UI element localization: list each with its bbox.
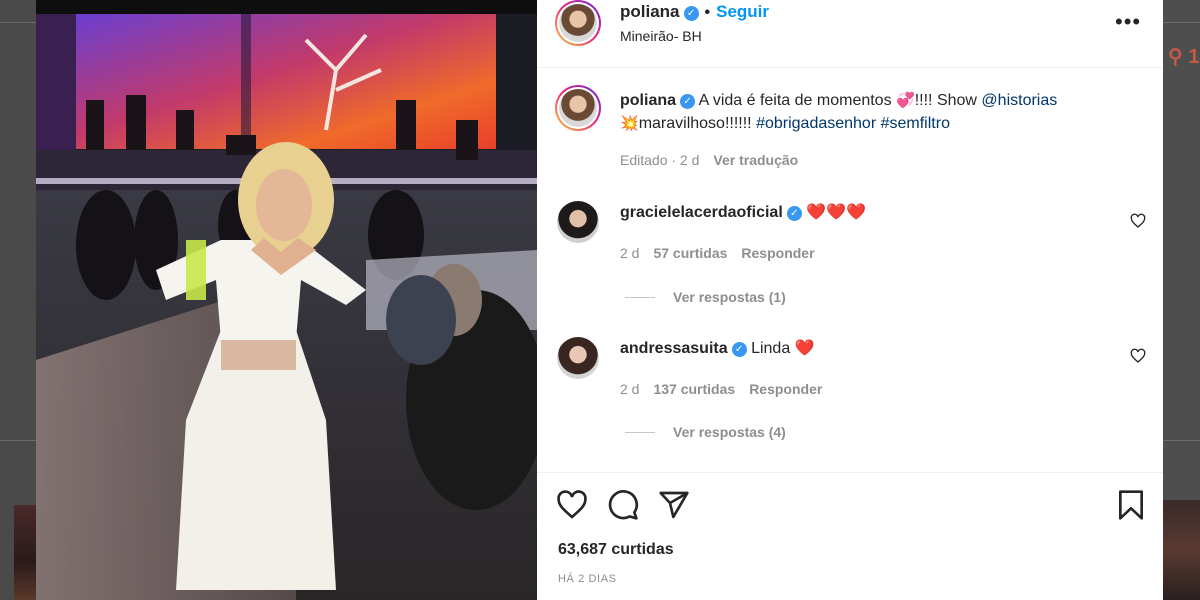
bookmark-icon[interactable] bbox=[1115, 489, 1147, 521]
caption-text: A vida é feita de momentos bbox=[698, 92, 897, 109]
comment-age: 2 d bbox=[620, 381, 640, 397]
comment-age: 2 d bbox=[620, 245, 640, 261]
caption-hashtag-link[interactable]: #obrigadasenhor bbox=[756, 115, 876, 132]
replies-rule bbox=[625, 432, 655, 433]
caption-edited-time: Editado · 2 d bbox=[620, 152, 700, 168]
post-photo[interactable] bbox=[36, 0, 537, 600]
follow-button[interactable]: Seguir bbox=[716, 2, 769, 21]
comment-username[interactable]: andressasuita bbox=[620, 340, 728, 357]
caption-hashtag-link[interactable]: #semfiltro bbox=[881, 115, 950, 132]
notification-count: 13 bbox=[1188, 46, 1200, 68]
comment: andressasuita ✓ Linda ❤️ bbox=[620, 338, 815, 358]
background-divider bbox=[0, 440, 36, 441]
translate-link[interactable]: Ver tradução bbox=[713, 152, 798, 168]
comment-likes[interactable]: 57 curtidas bbox=[653, 245, 727, 261]
post-caption: poliana ✓ A vida é feita de momentos 💞!!!… bbox=[620, 89, 1140, 135]
heart-icon[interactable] bbox=[556, 489, 588, 521]
reply-button[interactable]: Responder bbox=[741, 245, 814, 261]
post-header: poliana ✓ • Seguir Mineirão- BH ••• bbox=[537, 0, 1163, 68]
background-divider bbox=[1163, 22, 1200, 23]
comment-icon[interactable] bbox=[607, 489, 639, 521]
separator-dot: • bbox=[704, 4, 711, 21]
caption-text: !!!! Show bbox=[914, 92, 982, 109]
likes-count[interactable]: 63,687 curtidas bbox=[558, 541, 674, 559]
background-divider bbox=[0, 22, 36, 23]
commenter-avatar[interactable] bbox=[557, 201, 599, 243]
comment-text: Linda ❤️ bbox=[751, 340, 815, 357]
comment: gracielelacerdaoficial ✓ ❤️❤️❤️ bbox=[620, 202, 866, 222]
caption-meta: Editado · 2 d Ver tradução bbox=[620, 152, 798, 168]
commenter-avatar[interactable] bbox=[557, 337, 599, 379]
post-details-panel: poliana ✓ • Seguir Mineirão- BH ••• poliana… bbox=[537, 0, 1163, 600]
author-avatar[interactable] bbox=[555, 0, 601, 46]
verified-badge-icon: ✓ bbox=[731, 342, 747, 357]
author-line: poliana ✓ • Seguir bbox=[620, 2, 769, 22]
view-replies-button[interactable]: Ver respostas (1) bbox=[625, 289, 786, 305]
post-timestamp: HÁ 2 DIAS bbox=[558, 573, 617, 585]
background-notification[interactable]: ⚲ 13 bbox=[1168, 44, 1200, 69]
verified-badge-icon: ✓ bbox=[786, 206, 802, 221]
caption-text: maravilhoso!!!!!! bbox=[638, 115, 757, 132]
author-username[interactable]: poliana bbox=[620, 2, 680, 21]
post-image bbox=[36, 0, 537, 600]
caption-author-avatar[interactable] bbox=[555, 85, 601, 131]
comment-like-heart-icon[interactable] bbox=[1130, 348, 1146, 364]
actions-divider bbox=[537, 472, 1163, 473]
view-replies-label: Ver respostas (4) bbox=[673, 424, 786, 440]
view-replies-button[interactable]: Ver respostas (4) bbox=[625, 424, 786, 440]
post-location[interactable]: Mineirão- BH bbox=[620, 28, 702, 44]
background-divider bbox=[1163, 440, 1200, 441]
caption-author-username[interactable]: poliana bbox=[620, 92, 676, 109]
background-thumbnail[interactable] bbox=[1163, 500, 1200, 600]
comment-meta: 2 d 57 curtidas Responder bbox=[620, 245, 815, 261]
verified-badge-icon: ✓ bbox=[680, 94, 696, 109]
verified-badge-icon: ✓ bbox=[683, 6, 699, 21]
share-icon[interactable] bbox=[658, 489, 690, 521]
caption-mention-link[interactable]: @historias bbox=[981, 92, 1057, 109]
comment-like-heart-icon[interactable] bbox=[1130, 213, 1146, 229]
replies-rule bbox=[625, 297, 655, 298]
comment-username[interactable]: gracielelacerdaoficial bbox=[620, 204, 783, 221]
caption-emoji-collision: 💥 bbox=[620, 115, 639, 132]
view-replies-label: Ver respostas (1) bbox=[673, 289, 786, 305]
caption-emoji-hearts: 💞 bbox=[896, 92, 915, 109]
comment-text: ❤️❤️❤️ bbox=[806, 204, 866, 221]
comment-meta: 2 d 137 curtidas Responder bbox=[620, 381, 822, 397]
background-search-icon: ⚲ bbox=[1168, 46, 1183, 68]
background-thumbnail[interactable] bbox=[14, 505, 36, 600]
comment-likes[interactable]: 137 curtidas bbox=[653, 381, 735, 397]
more-options-icon[interactable]: ••• bbox=[1115, 11, 1141, 34]
reply-button[interactable]: Responder bbox=[749, 381, 822, 397]
